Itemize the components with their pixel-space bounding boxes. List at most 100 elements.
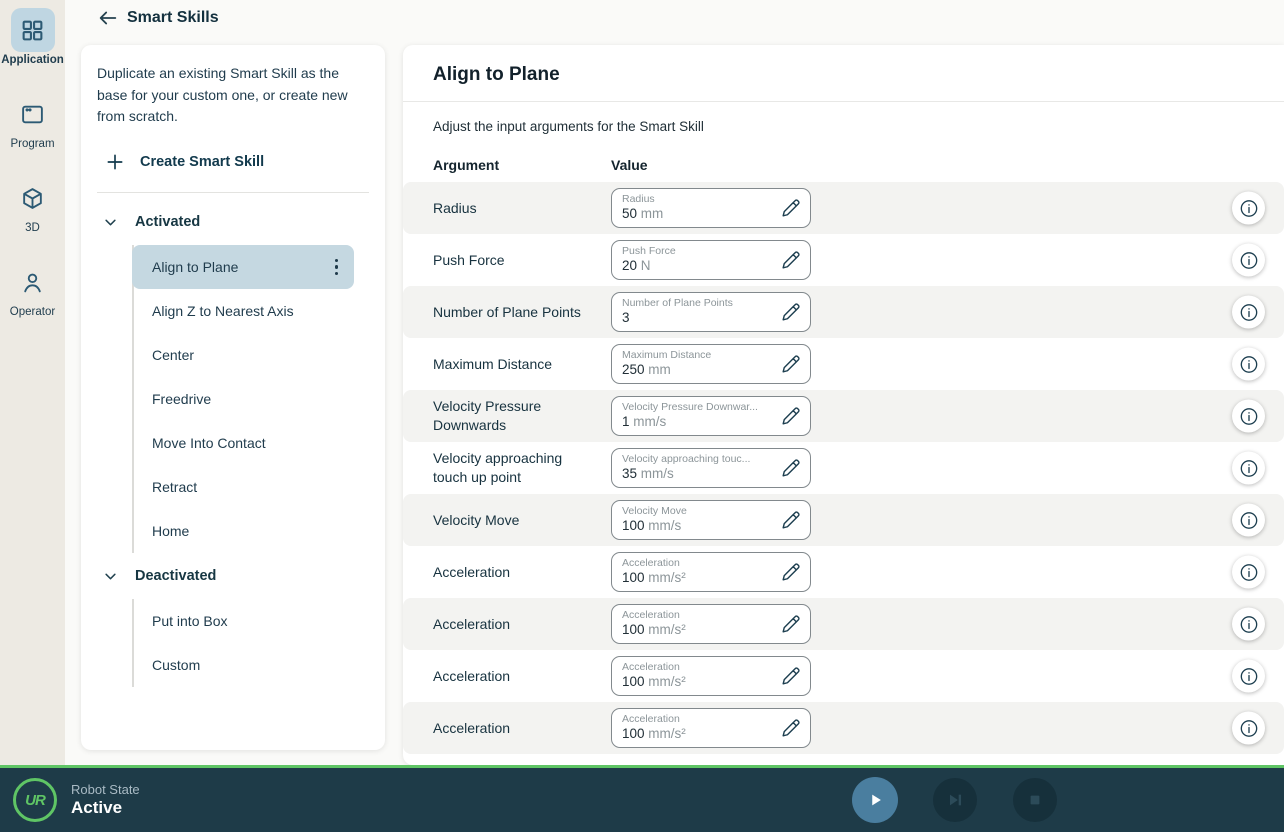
info-icon <box>1239 250 1259 270</box>
value-input-label: Velocity approaching touc... <box>622 453 774 466</box>
window-icon <box>11 92 55 136</box>
value-input-value: 100 mm/s² <box>622 726 774 743</box>
edit-pencil-icon[interactable] <box>781 718 801 738</box>
app-sidebar: Application Program 3D Operator <box>0 0 65 765</box>
back-button[interactable] <box>97 7 119 29</box>
argument-name: Acceleration <box>433 615 611 634</box>
argument-row: Velocity Move Velocity Move 100 mm/s <box>403 494 1284 546</box>
argument-name: Velocity Move <box>433 511 611 530</box>
tree-group: Activated Align to Plane Align Z to Near… <box>97 199 369 553</box>
value-input[interactable]: Push Force 20 N <box>611 240 811 280</box>
skill-item[interactable]: Retract <box>134 465 354 509</box>
title-divider <box>403 101 1284 102</box>
argument-name: Acceleration <box>433 667 611 686</box>
play-button[interactable] <box>852 777 898 823</box>
info-button[interactable] <box>1232 296 1265 329</box>
skills-panel: Duplicate an existing Smart Skill as the… <box>81 45 385 750</box>
skill-item[interactable]: Custom <box>134 643 354 687</box>
value-input-value: 3 <box>622 310 774 327</box>
info-button[interactable] <box>1232 556 1265 589</box>
value-input[interactable]: Velocity Move 100 mm/s <box>611 500 811 540</box>
value-input-label: Acceleration <box>622 661 774 674</box>
edit-pencil-icon[interactable] <box>781 562 801 582</box>
skill-item[interactable]: Move Into Contact <box>134 421 354 465</box>
value-input[interactable]: Radius 50 mm <box>611 188 811 228</box>
value-input[interactable]: Number of Plane Points 3 <box>611 292 811 332</box>
info-button[interactable] <box>1232 452 1265 485</box>
info-icon <box>1239 302 1259 322</box>
value-input[interactable]: Acceleration 100 mm/s² <box>611 552 811 592</box>
info-button[interactable] <box>1232 400 1265 433</box>
skill-item[interactable]: Align Z to Nearest Axis <box>134 289 354 333</box>
create-smart-skill-button[interactable]: Create Smart Skill <box>105 152 264 172</box>
value-input-value: 100 mm/s² <box>622 622 774 639</box>
sidebar-item-application[interactable]: Application <box>0 8 65 66</box>
cube-icon <box>11 176 55 220</box>
argument-name: Push Force <box>433 251 611 270</box>
info-icon <box>1239 718 1259 738</box>
tree-group-label: Activated <box>135 214 200 230</box>
tree-children: Align to Plane Align Z to Nearest Axis C… <box>132 245 354 553</box>
sidebar-item-operator[interactable]: Operator <box>0 260 65 318</box>
info-icon <box>1239 510 1259 530</box>
edit-pencil-icon[interactable] <box>781 198 801 218</box>
argument-row: Maximum Distance Maximum Distance 250 mm <box>403 338 1284 390</box>
arguments-table-header: Argument Value <box>433 157 1284 173</box>
skip-to-end-button[interactable] <box>933 778 977 822</box>
argument-name: Number of Plane Points <box>433 303 611 322</box>
info-button[interactable] <box>1232 660 1265 693</box>
chevron-down-icon <box>103 215 118 230</box>
plus-icon <box>105 152 125 172</box>
skill-item[interactable]: Center <box>134 333 354 377</box>
edit-pencil-icon[interactable] <box>781 302 801 322</box>
kebab-menu-icon[interactable] <box>329 255 345 280</box>
tree-group-label: Deactivated <box>135 568 216 584</box>
info-icon <box>1239 198 1259 218</box>
chevron-down-icon <box>103 569 118 584</box>
info-button[interactable] <box>1232 244 1265 277</box>
info-button[interactable] <box>1232 192 1265 225</box>
info-icon <box>1239 614 1259 634</box>
person-icon <box>11 260 55 304</box>
sidebar-item-3d[interactable]: 3D <box>0 176 65 234</box>
skill-item[interactable]: Home <box>134 509 354 553</box>
value-input[interactable]: Acceleration 100 mm/s² <box>611 604 811 644</box>
skill-item[interactable]: Put into Box <box>134 599 354 643</box>
tree-group-header[interactable]: Deactivated <box>97 553 369 599</box>
skill-item[interactable]: Freedrive <box>134 377 354 421</box>
value-input-value: 100 mm/s <box>622 518 774 535</box>
sidebar-item-program[interactable]: Program <box>0 92 65 150</box>
tree-children: Put into Box Custom <box>132 599 354 687</box>
value-input-value: 100 mm/s² <box>622 674 774 691</box>
info-button[interactable] <box>1232 608 1265 641</box>
skills-tree: Activated Align to Plane Align Z to Near… <box>97 199 369 687</box>
argument-row: Number of Plane Points Number of Plane P… <box>403 286 1284 338</box>
value-input-value: 20 N <box>622 258 774 275</box>
argument-column-header: Argument <box>433 157 611 173</box>
edit-pencil-icon[interactable] <box>781 510 801 530</box>
skill-item[interactable]: Align to Plane <box>132 245 354 289</box>
value-input[interactable]: Velocity approaching touc... 35 mm/s <box>611 448 811 488</box>
value-input-label: Push Force <box>622 245 774 258</box>
page-title: Smart Skills <box>127 9 219 27</box>
edit-pencil-icon[interactable] <box>781 458 801 478</box>
info-button[interactable] <box>1232 504 1265 537</box>
value-input-label: Radius <box>622 193 774 206</box>
edit-pencil-icon[interactable] <box>781 614 801 634</box>
stop-button[interactable] <box>1013 778 1057 822</box>
info-icon <box>1239 406 1259 426</box>
edit-pencil-icon[interactable] <box>781 250 801 270</box>
info-button[interactable] <box>1232 348 1265 381</box>
value-input[interactable]: Acceleration 100 mm/s² <box>611 656 811 696</box>
value-input[interactable]: Maximum Distance 250 mm <box>611 344 811 384</box>
info-button[interactable] <box>1232 712 1265 745</box>
edit-pencil-icon[interactable] <box>781 666 801 686</box>
value-input-value: 35 mm/s <box>622 466 774 483</box>
play-icon <box>864 789 886 811</box>
tree-group-header[interactable]: Activated <box>97 199 369 245</box>
value-input[interactable]: Velocity Pressure Downwar... 1 mm/s <box>611 396 811 436</box>
value-input-label: Acceleration <box>622 609 774 622</box>
edit-pencil-icon[interactable] <box>781 406 801 426</box>
edit-pencil-icon[interactable] <box>781 354 801 374</box>
value-input[interactable]: Acceleration 100 mm/s² <box>611 708 811 748</box>
